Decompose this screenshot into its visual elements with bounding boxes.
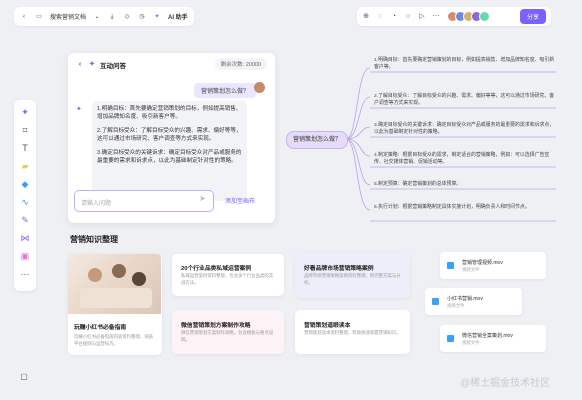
knowledge-card[interactable]: 玩赚小红书必备指南 玩赚小红书必备指南内容资料整理，涵盖平台规则与运营技巧。	[68, 254, 162, 355]
file-type: 视频文件	[462, 267, 480, 272]
card-title: 营销策划道眼读本	[304, 323, 351, 329]
mindmap-node[interactable]: 3.确定目标受众的关键诉求：确定目标受众对产品或服务的最重要的需求和诉求点，以此…	[374, 122, 559, 136]
section-title: 营销知识整理	[70, 235, 118, 244]
knowledge-card[interactable]: 微信营销策划方案制作攻略 微信营销策划方案制作攻略，包含模板与要点说明。	[172, 310, 284, 354]
video-file-icon	[447, 262, 454, 269]
file-type: 视频文件	[462, 340, 480, 345]
mindmap-node[interactable]: 2.了解目标受众：了解目标受众的兴趣、需求、偏好等等，这可以通过市场研究、客户调…	[374, 93, 559, 107]
file-type: 视频文件	[447, 303, 465, 308]
mindmap-node[interactable]: 5.制定预算：确定营销策划的总体预算。	[374, 181, 559, 188]
watermark: @稀土掘金技术社区	[460, 378, 551, 389]
video-file-icon	[447, 335, 454, 342]
mindmap-branch	[345, 138, 371, 211]
card-photo	[68, 254, 161, 314]
card-desc: 私域运营案例资料整理，包含多个行业品类的实战方法。	[181, 273, 274, 285]
card-desc: 微信营销策划方案制作攻略，包含模板与要点说明。	[181, 330, 274, 342]
card-title: 玩赚小红书必备指南	[74, 325, 127, 331]
file-item[interactable]: 微信营销全案策划.mov 视频文件	[440, 325, 546, 352]
mindmap-node[interactable]: 1.明确目标：首先要确定营销策划的目标，例如提高销售、增加品牌知名度、吸引新客户…	[374, 57, 559, 71]
card-title: 微信营销策划方案制作攻略	[181, 323, 251, 329]
card-title: 好看品牌市场营销策略案例	[304, 266, 374, 272]
file-name: 微信营销全案策划.mov	[462, 333, 513, 339]
card-desc: 玩赚小红书必备指南内容资料整理，涵盖平台规则与运营技巧。	[74, 334, 154, 346]
knowledge-card[interactable]: 好看品牌市场营销策略案例 品牌市场营销策略案例资料整理，附完整方案与分析。	[295, 253, 410, 298]
file-item[interactable]: 小红书营销.mov 视频文件	[425, 288, 522, 315]
file-name: 营销管理视频.mov	[462, 260, 503, 266]
knowledge-card[interactable]: 20个行业品类私域运营案例 私域运营案例资料整理，包含多个行业品类的实战方法。	[172, 254, 284, 296]
card-title: 20个行业品类私域运营案例	[181, 266, 252, 272]
mindmap-branch	[345, 67, 371, 140]
video-file-icon	[432, 298, 439, 305]
file-item[interactable]: 营销管理视频.mov 视频文件	[440, 252, 546, 279]
mindmap-branch	[345, 126, 371, 140]
card-desc: 营销策划读本资料整理，帮助快速掌握营销知识。	[304, 330, 401, 335]
card-desc: 品牌市场营销策略案例资料整理，附完整方案与分析。	[304, 273, 401, 285]
mindmap-branch	[345, 96, 371, 140]
mindmap-node[interactable]: 6.执行计划：根据营销策略制定具体实施计划，明确负责人和时间节点。	[374, 204, 559, 211]
mindmap-node[interactable]: 4.制定策略：根据目标受众的需求，制定适合的营销策略，例如：可以选择广告宣传、社…	[374, 152, 559, 166]
knowledge-card[interactable]: 营销策划道眼读本 营销策划读本资料整理，帮助快速掌握营销知识。	[295, 310, 410, 354]
file-name: 小红书营销.mov	[447, 296, 483, 302]
mindmap-center-node[interactable]: 营销策划怎么做？	[286, 131, 348, 149]
